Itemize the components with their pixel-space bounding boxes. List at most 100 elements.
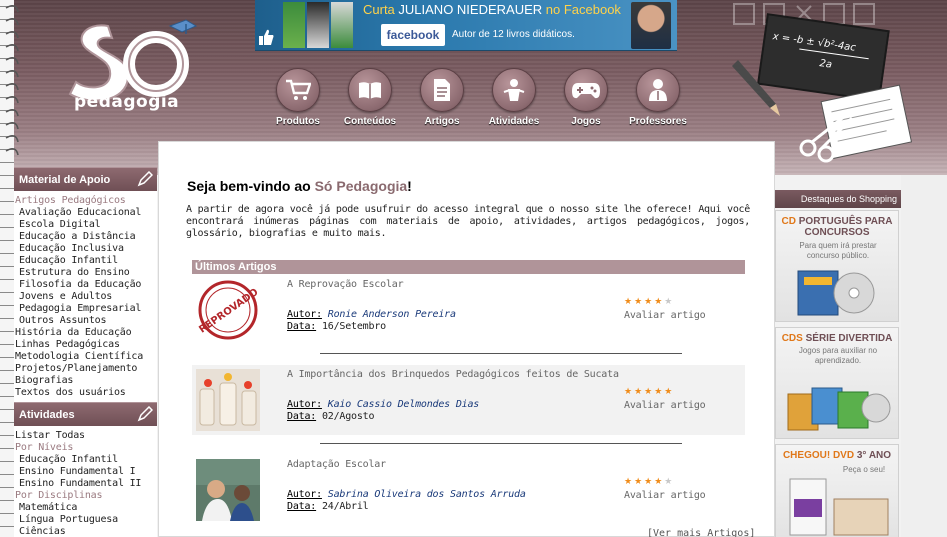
sidebar-link[interactable]: Jovens e Adultos	[15, 291, 157, 303]
nav-artigos[interactable]: Artigos	[406, 68, 478, 127]
sidebar-category[interactable]: Artigos Pedagógicos	[15, 195, 157, 207]
sidebar-link[interactable]: Projetos/Planejamento	[15, 363, 157, 375]
shop-item-title: CDS SÉRIE DIVERTIDA	[781, 333, 893, 344]
nav-conteudos[interactable]: Conteúdos	[334, 68, 406, 127]
nav-label: Artigos	[424, 116, 460, 127]
article-title-link[interactable]: A Reprovação Escolar	[287, 279, 404, 290]
cart-icon	[276, 68, 320, 112]
book-cover-image	[331, 2, 353, 48]
welcome-heading: Seja bem-vindo ao Só Pedagogia!	[187, 178, 412, 194]
sidebar-link[interactable]: Biografias	[15, 375, 157, 387]
article-author-link[interactable]: Ronie Anderson Pereira	[328, 309, 456, 320]
svg-text:2a: 2a	[819, 58, 833, 71]
sidebar-link[interactable]: Linhas Pedagógicas	[15, 339, 157, 351]
facebook-logo: facebook	[381, 24, 445, 46]
classroom-thumbnail[interactable]	[196, 459, 260, 521]
article-author-row: Autor: Ronie Anderson Pereira	[287, 309, 456, 320]
gamepad-icon	[564, 68, 608, 112]
sidebar-link[interactable]: Língua Portuguesa	[15, 514, 157, 526]
sidebar-header-title: Atividades	[19, 409, 75, 421]
rating-stars: ★★★★★	[624, 387, 675, 397]
sidebar-header-title: Material de Apoio	[19, 174, 111, 186]
sidebar-header-material: Material de Apoio	[12, 167, 157, 191]
sidebar-category[interactable]: Por Disciplinas	[15, 490, 157, 502]
book-cover-image	[283, 2, 305, 48]
shop-item-title: CHEGOU! DVD 3° ANO	[782, 450, 892, 461]
article-author-link[interactable]: Kaio Cassio Delmondes Dias	[328, 399, 480, 410]
sidebar-category[interactable]: Por Níveis	[15, 442, 157, 454]
rate-article-link[interactable]: Avaliar artigo	[624, 310, 706, 321]
rate-article-link[interactable]: Avaliar artigo	[624, 400, 706, 411]
sidebar-link[interactable]: Outros Assuntos	[15, 315, 157, 327]
shop-item-dvd-3ano[interactable]: CHEGOU! DVD 3° ANO Peça o seu!	[775, 444, 899, 537]
page-right-margin	[901, 175, 947, 537]
sidebar-link[interactable]: Metodologia Científica	[15, 351, 157, 363]
sidebar-link[interactable]: Filosofia da Educação	[15, 279, 157, 291]
article-item: Adaptação Escolar Autor: Sabrina Oliveir…	[192, 455, 745, 525]
sidebar-link[interactable]: Pedagogia Empresarial	[15, 303, 157, 315]
shop-item-title: CD PORTUGUÊS PARA CONCURSOS	[781, 216, 893, 238]
sidebar-link[interactable]: Matemática	[15, 502, 157, 514]
article-author-link[interactable]: Sabrina Oliveira dos Santos Arruda	[328, 489, 526, 500]
intro-paragraph: A partir de agora você já pode usufruir …	[186, 204, 750, 239]
author-photo	[631, 2, 671, 49]
sidebar-link[interactable]: Educação Infantil	[15, 255, 157, 267]
shopping-header: Destaques do Shopping	[775, 190, 901, 208]
shopping-highlights: Destaques do Shopping CD PORTUGUÊS PARA …	[775, 190, 901, 537]
article-item: REPROVADO A Reprovação Escolar Autor: Ro…	[192, 275, 745, 354]
main-content: Seja bem-vindo ao Só Pedagogia! A partir…	[158, 141, 775, 537]
shop-item-cds-divertida[interactable]: CDS SÉRIE DIVERTIDA Jogos para auxiliar …	[775, 327, 899, 439]
article-date-row: Data: 24/Abril	[287, 501, 369, 512]
sidebar-header-atividades: Atividades	[12, 402, 157, 426]
cd-product-image	[797, 270, 875, 316]
banner-tagline: Autor de 12 livros didáticos.	[452, 29, 575, 40]
article-author-row: Autor: Sabrina Oliveira dos Santos Arrud…	[287, 489, 526, 500]
spiral-rings-decoration	[5, 4, 19, 156]
document-icon	[420, 68, 464, 112]
nav-label: Jogos	[571, 116, 601, 127]
rate-article-link[interactable]: Avaliar artigo	[624, 490, 706, 501]
main-navigation: Produtos Conteúdos Artigos Atividades Jo…	[262, 68, 694, 127]
sidebar-link[interactable]: Educação a Distância	[15, 231, 157, 243]
sidebar-link[interactable]: Textos dos usuários	[15, 387, 157, 399]
article-item: A Importância dos Brinquedos Pedagógicos…	[192, 365, 745, 444]
sidebar-link[interactable]: História da Educação	[15, 327, 157, 339]
sidebar-link[interactable]: Escola Digital	[15, 219, 157, 231]
sidebar-link[interactable]: Avaliação Educacional	[15, 207, 157, 219]
article-date-row: Data: 16/Setembro	[287, 321, 386, 332]
article-author-row: Autor: Kaio Cassio Delmondes Dias	[287, 399, 480, 410]
sidebar-link[interactable]: Estrutura do Ensino	[15, 267, 157, 279]
article-divider	[320, 353, 682, 354]
book-cover-image	[307, 2, 329, 48]
banner-headline: Curta JULIANO NIEDERAUER no Facebook	[363, 2, 621, 17]
facebook-banner[interactable]: Curta JULIANO NIEDERAUER no Facebook fac…	[255, 0, 677, 51]
material-list: Artigos Pedagógicos Avaliação Educacional…	[12, 191, 157, 402]
nav-professores[interactable]: Professores	[622, 68, 694, 127]
more-articles-link[interactable]: [Ver mais Artigos]	[647, 528, 755, 537]
nav-produtos[interactable]: Produtos	[262, 68, 334, 127]
article-title-link[interactable]: A Importância dos Brinquedos Pedagógicos…	[287, 369, 619, 380]
rating-stars: ★★★★★	[624, 297, 675, 307]
latest-articles-header: Últimos Artigos	[192, 260, 745, 274]
reprovado-stamp-thumbnail[interactable]: REPROVADO	[196, 279, 260, 341]
nav-atividades[interactable]: Atividades	[478, 68, 550, 127]
nav-jogos[interactable]: Jogos	[550, 68, 622, 127]
sidebar-link[interactable]: Educação Inclusiva	[15, 243, 157, 255]
logo-wordmark[interactable]: pedagogia	[74, 92, 179, 112]
rating-stars: ★★★★★	[624, 477, 675, 487]
shop-item-subtitle: Jogos para auxiliar no aprendizado.	[798, 346, 878, 365]
article-title-link[interactable]: Adaptação Escolar	[287, 459, 386, 470]
pencil-icon	[137, 171, 153, 187]
sidebar-link[interactable]: Ensino Fundamental II	[15, 478, 157, 490]
shop-item-subtitle: Para quem irá prestar concurso público.	[799, 241, 877, 260]
sidebar-link[interactable]: Ensino Fundamental I	[15, 466, 157, 478]
sidebar-link[interactable]: Listar Todas	[15, 430, 157, 442]
sidebar-link[interactable]: Educação Infantil	[15, 454, 157, 466]
article-date-row: Data: 02/Agosto	[287, 411, 375, 422]
shop-item-cd-portugues[interactable]: CD PORTUGUÊS PARA CONCURSOS Para quem ir…	[775, 210, 899, 322]
sidebar-link[interactable]: Ciências	[15, 526, 157, 537]
activity-icon	[492, 68, 536, 112]
cds-product-image	[787, 387, 891, 431]
toy-bottles-thumbnail[interactable]	[196, 369, 260, 431]
nav-label: Produtos	[276, 116, 320, 127]
